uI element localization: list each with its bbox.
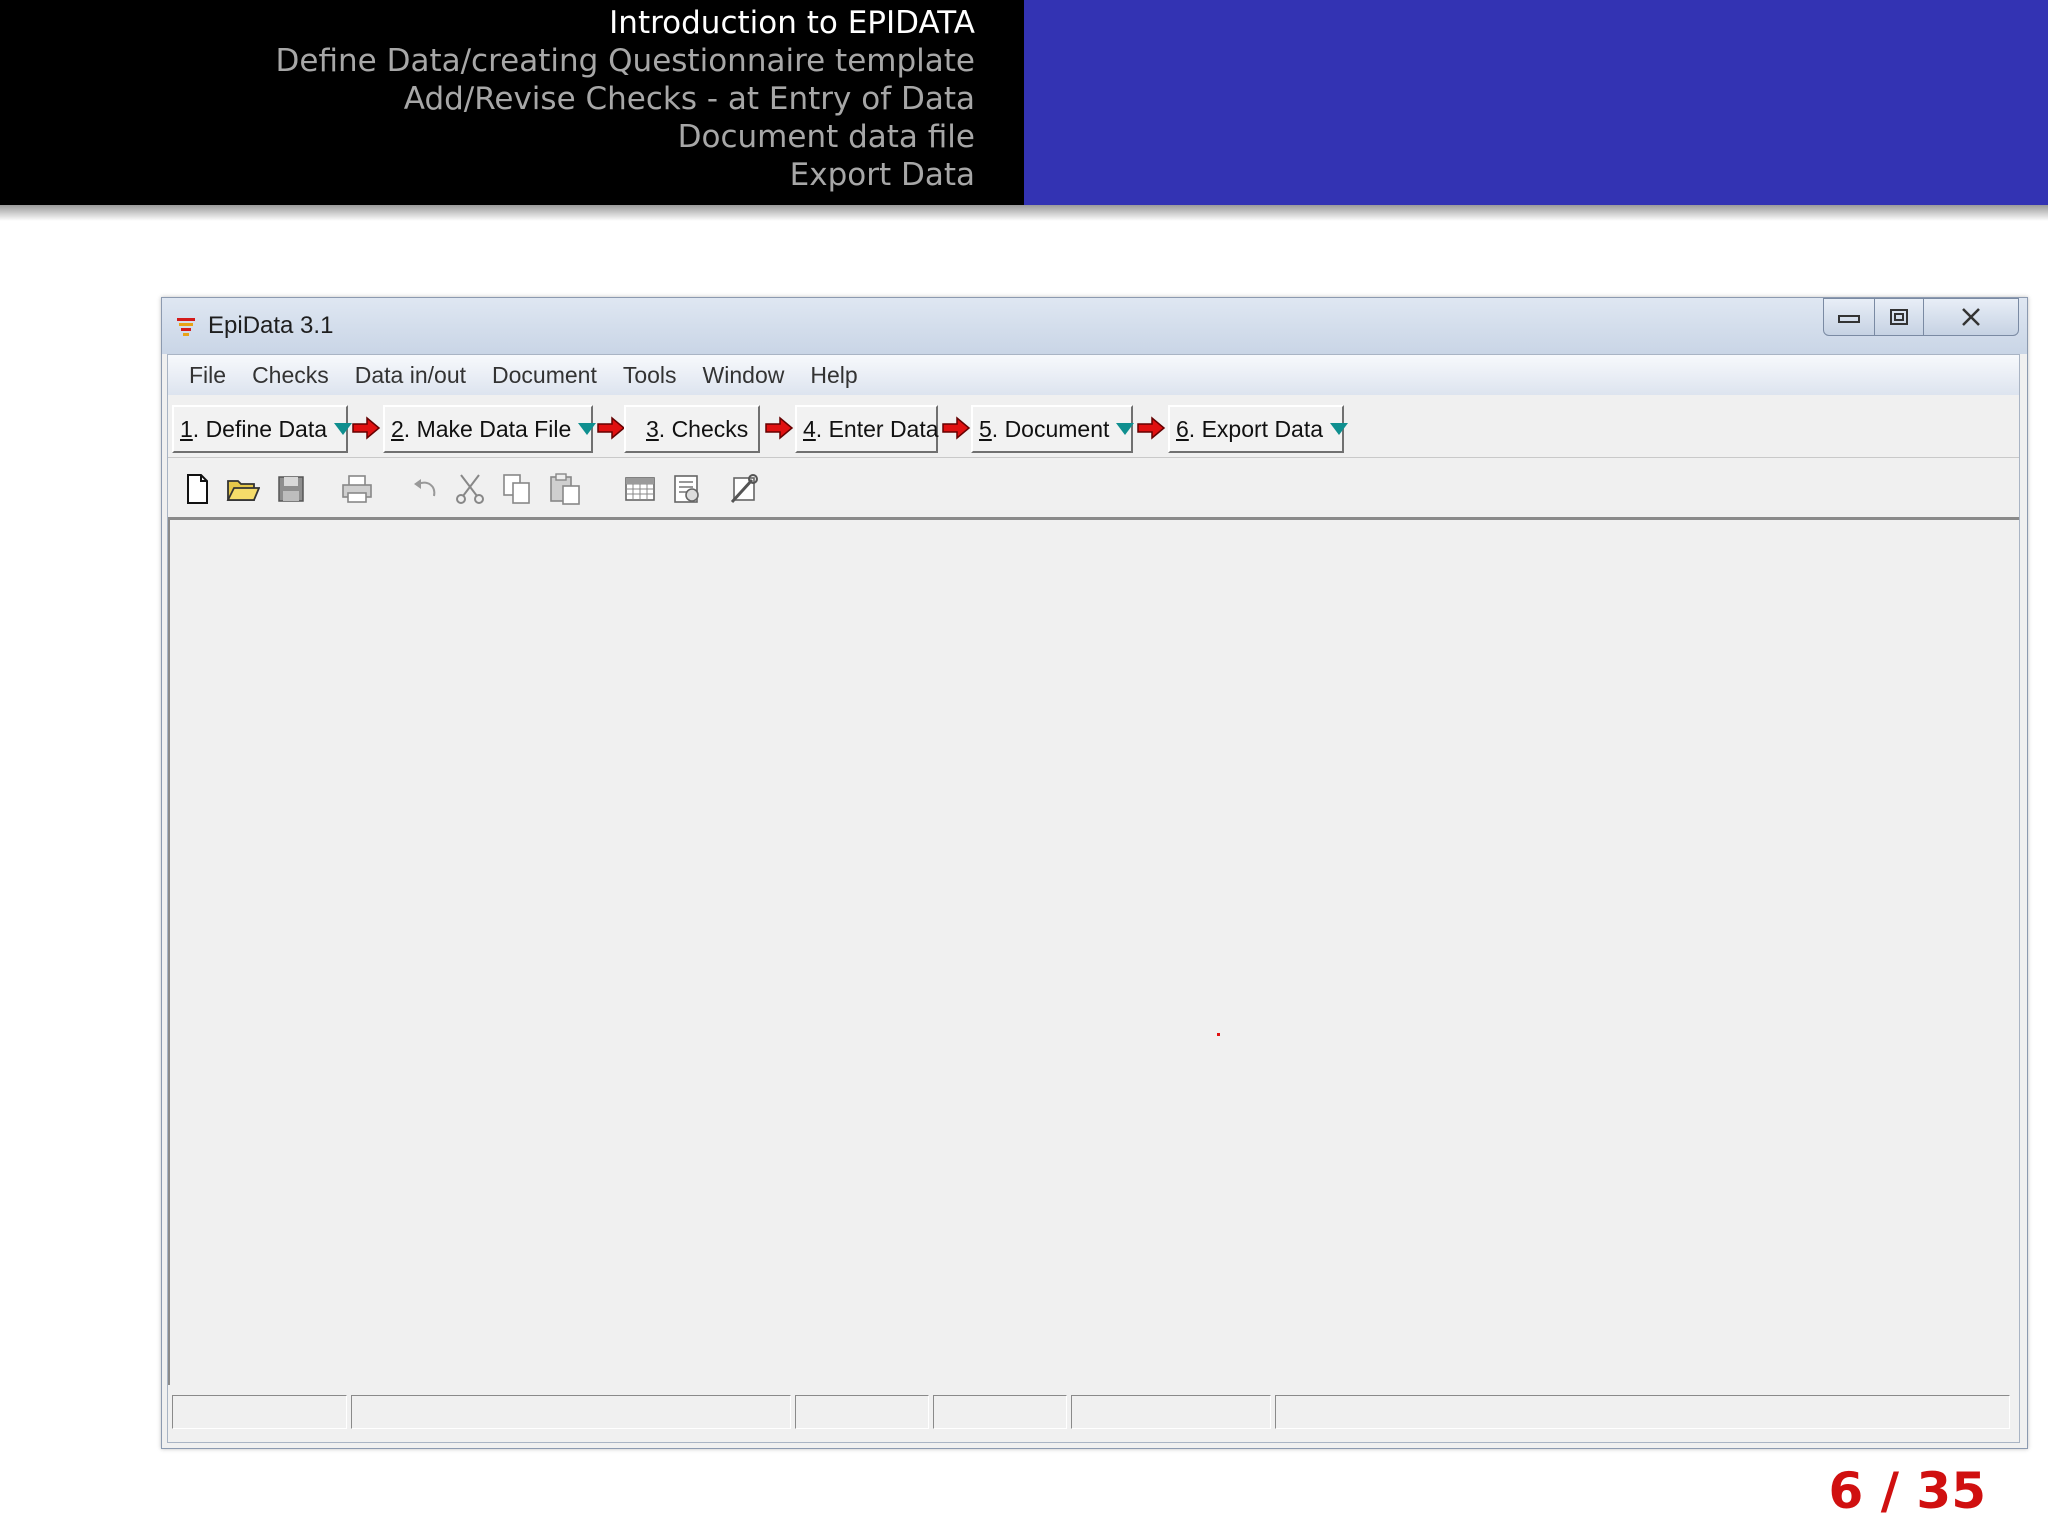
icon-toolbar (168, 459, 2019, 519)
window-titlebar[interactable]: EpiData 3.1 (162, 298, 2027, 354)
menu-help[interactable]: Help (797, 362, 870, 389)
document-number: 5 (979, 415, 992, 442)
nav-item-document-data-file[interactable]: Document data file (0, 118, 975, 156)
maximize-button[interactable] (1874, 298, 1924, 336)
close-icon (1962, 308, 1980, 326)
make-data-file-button[interactable]: 2. Make Data File (383, 405, 597, 453)
status-cell-2 (351, 1395, 791, 1429)
close-button[interactable] (1923, 298, 2019, 336)
nav-item-define-data[interactable]: Define Data/creating Questionnaire templ… (0, 42, 975, 80)
enter-data-label: . Enter Data (815, 415, 939, 442)
cut-icon[interactable] (453, 472, 487, 506)
menu-bar: File Checks Data in/out Document Tools W… (168, 355, 2019, 395)
menu-tools[interactable]: Tools (610, 362, 690, 389)
chevron-down-icon[interactable] (1116, 423, 1135, 435)
page-number: 6 / 35 (1828, 1462, 1986, 1520)
undo-icon[interactable] (408, 472, 442, 506)
arrow-right-icon (1137, 416, 1166, 440)
checks-number: 3 (646, 415, 659, 442)
cursor-dot (1217, 1033, 1220, 1036)
menu-document[interactable]: Document (479, 362, 610, 389)
status-cell-4 (933, 1395, 1067, 1429)
status-cell-6 (1275, 1395, 2010, 1429)
checks-label: . Checks (658, 415, 749, 442)
epidata-app-icon (177, 318, 195, 336)
menu-window[interactable]: Window (690, 362, 798, 389)
export-data-button[interactable]: 6. Export Data (1168, 405, 1349, 453)
print-icon[interactable] (340, 472, 374, 506)
enter-data-button[interactable]: 4. Enter Data (795, 405, 939, 453)
slide-header-band (1024, 0, 2048, 205)
paste-icon[interactable] (548, 472, 582, 506)
table-icon[interactable] (623, 472, 657, 506)
arrow-right-icon (765, 416, 794, 440)
slide-nav: Introduction to EPIDATA Define Data/crea… (0, 0, 1024, 205)
menu-data-in-out[interactable]: Data in/out (342, 362, 479, 389)
make-data-file-number: 2 (391, 415, 404, 442)
status-bar (168, 1389, 2019, 1439)
tools-icon[interactable] (728, 472, 762, 506)
minimize-button[interactable] (1823, 298, 1875, 336)
new-file-icon[interactable] (180, 472, 214, 506)
status-cell-5 (1071, 1395, 1271, 1429)
menu-checks[interactable]: Checks (239, 362, 342, 389)
nav-item-introduction[interactable]: Introduction to EPIDATA (0, 4, 975, 42)
chevron-down-icon[interactable] (1330, 423, 1349, 435)
export-data-label: . Export Data (1188, 415, 1324, 442)
menu-file[interactable]: File (176, 362, 239, 389)
header-shadow (0, 205, 2048, 221)
chevron-down-icon[interactable] (578, 423, 597, 435)
document-button[interactable]: 5. Document (971, 405, 1135, 453)
window-title: EpiData 3.1 (208, 312, 334, 339)
arrow-right-icon (352, 416, 381, 440)
define-data-button[interactable]: 1. Define Data (172, 405, 353, 453)
open-folder-icon[interactable] (226, 472, 260, 506)
workflow-toolbar: 1. Define Data 2. Make Data File 3. Chec… (168, 399, 2019, 458)
define-data-label: . Define Data (192, 415, 328, 442)
checks-button[interactable]: 3. Checks (624, 405, 760, 453)
window-client-area: File Checks Data in/out Document Tools W… (167, 354, 2020, 1443)
nav-item-add-revise-checks[interactable]: Add/Revise Checks - at Entry of Data (0, 80, 975, 118)
define-data-number: 1 (180, 415, 193, 442)
slide-header: Introduction to EPIDATA Define Data/crea… (0, 0, 2048, 205)
chevron-down-icon[interactable] (334, 423, 353, 435)
make-data-file-label: . Make Data File (403, 415, 572, 442)
status-cell-1 (172, 1395, 347, 1429)
codebook-icon[interactable] (670, 472, 704, 506)
status-cell-3 (795, 1395, 929, 1429)
arrow-right-icon (942, 416, 971, 440)
export-data-number: 6 (1176, 415, 1189, 442)
copy-icon[interactable] (500, 472, 534, 506)
maximize-icon (1890, 309, 1908, 325)
enter-data-number: 4 (803, 415, 816, 442)
save-icon[interactable] (274, 472, 308, 506)
arrow-right-icon (597, 416, 626, 440)
epidata-window: EpiData 3.1 File Checks Data in/out Docu… (161, 297, 2028, 1449)
minimize-icon (1838, 315, 1860, 323)
mdi-workspace[interactable] (168, 519, 2019, 1385)
nav-item-export-data[interactable]: Export Data (0, 156, 975, 194)
document-label: . Document (991, 415, 1110, 442)
